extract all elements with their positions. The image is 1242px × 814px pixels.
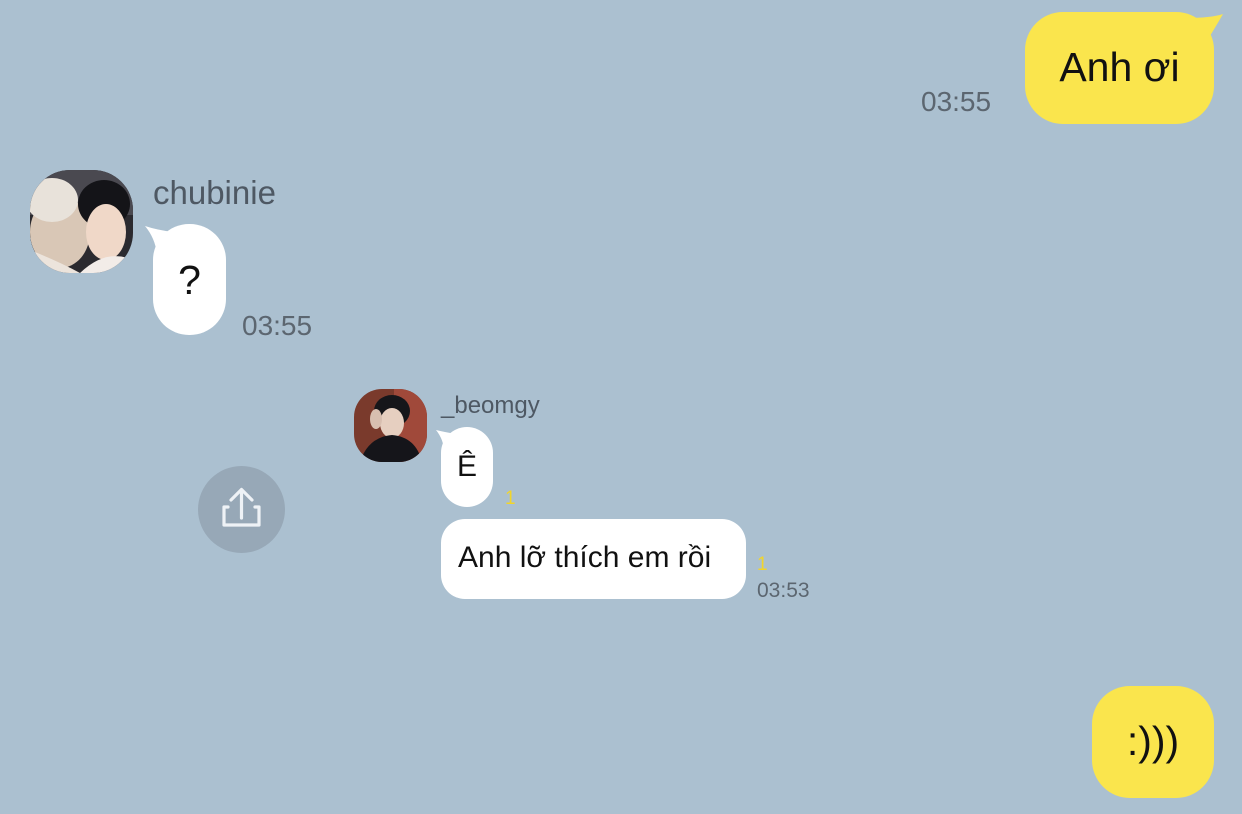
sender-name[interactable]: _beomgy — [441, 392, 540, 420]
unread-count: 1 — [505, 488, 516, 509]
message-bubble[interactable]: Anh ơi — [1025, 12, 1214, 124]
message-bubble[interactable]: Ê — [441, 427, 493, 507]
message-timestamp: 03:55 — [242, 310, 313, 341]
share-button[interactable] — [198, 466, 285, 553]
message-bubble[interactable]: :))) — [1092, 686, 1214, 798]
message-bubble[interactable]: ? — [153, 224, 226, 335]
avatar-chubinie[interactable] — [30, 170, 133, 273]
message-text: Anh lỡ thích em rồi — [458, 541, 712, 574]
avatar-photo-icon — [354, 389, 427, 462]
message-text: ? — [178, 257, 201, 303]
unread-count: 1 — [757, 554, 768, 575]
sender-name[interactable]: chubinie — [153, 174, 276, 212]
message-text: Anh ơi — [1059, 44, 1180, 90]
avatar-photo-icon — [30, 170, 133, 273]
message-timestamp: 03:55 — [921, 86, 992, 117]
message-text: :))) — [1126, 718, 1180, 764]
message-text: Ê — [456, 450, 477, 483]
message-timestamp: 03:53 — [757, 579, 810, 602]
share-upload-icon — [222, 487, 261, 527]
message-bubble[interactable]: Anh lỡ thích em rồi — [441, 519, 746, 599]
avatar-beomgy[interactable] — [354, 389, 427, 462]
